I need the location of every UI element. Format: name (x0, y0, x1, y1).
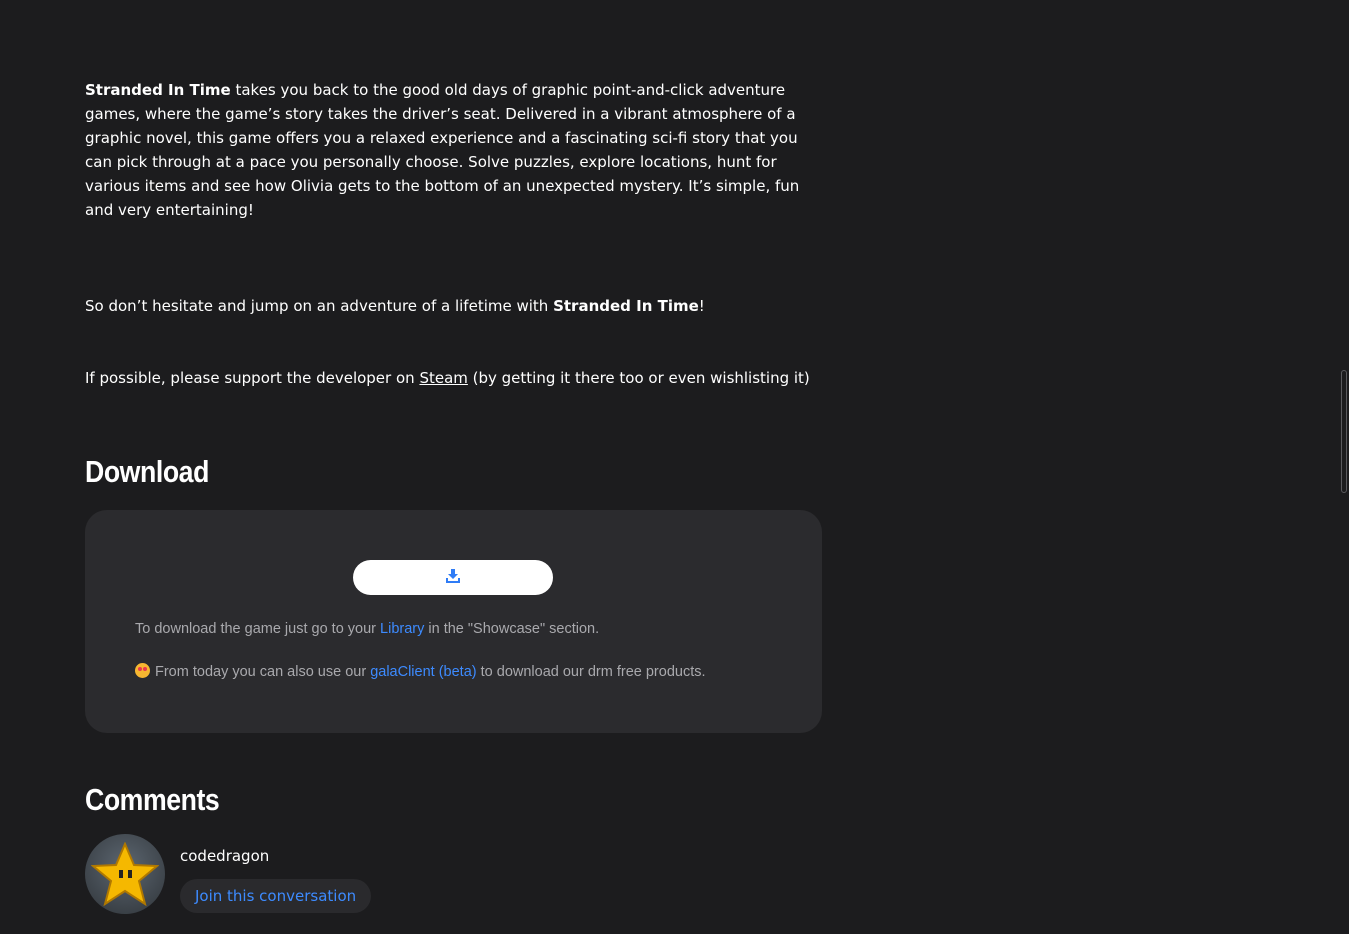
cta-suffix: ! (698, 297, 705, 315)
library-instruction-prefix: To download the game just go to your (135, 621, 381, 637)
library-instruction: To download the game just go to your Lib… (135, 621, 599, 637)
steam-link[interactable]: Steam (419, 369, 467, 387)
page: Stranded In Time takes you back to the g… (0, 0, 1349, 934)
star-struck-emoji-icon (135, 663, 150, 678)
download-panel: To download the game just go to your Lib… (85, 510, 822, 733)
galaclient-suffix: to download our drm free products. (476, 664, 706, 680)
comment-username[interactable]: codedragon (180, 847, 269, 865)
game-title-bold: Stranded In Time (85, 81, 231, 99)
page-scrollbar[interactable] (1341, 370, 1347, 493)
library-link[interactable]: Library (380, 621, 424, 637)
support-suffix: (by getting it there too or even wishlis… (467, 369, 810, 387)
description-paragraph: Stranded In Time takes you back to the g… (85, 78, 825, 222)
library-instruction-suffix: in the "Showcase" section. (424, 621, 600, 637)
download-icon (446, 569, 460, 586)
galaclient-prefix: From today you can also use our (155, 664, 371, 680)
avatar[interactable] (85, 834, 165, 914)
join-conversation-button[interactable]: Join this conversation (180, 879, 372, 913)
description-text: takes you back to the good old days of g… (85, 81, 800, 219)
comment-entry: codedragon Join this conversation (85, 834, 825, 924)
support-prefix: If possible, please support the develope… (85, 369, 420, 387)
download-button[interactable] (353, 560, 553, 595)
download-heading: Download (85, 454, 209, 489)
call-to-action-paragraph: So don’t hesitate and jump on an adventu… (85, 294, 825, 318)
support-paragraph: If possible, please support the develope… (85, 366, 825, 390)
pixel-star-avatar-icon (91, 842, 159, 906)
galaclient-link[interactable]: galaClient (beta) (370, 664, 476, 680)
galaclient-notice: From today you can also use our galaClie… (135, 663, 706, 680)
comments-heading: Comments (85, 782, 220, 817)
game-title-bold-2: Stranded In Time (553, 297, 699, 315)
cta-prefix: So don’t hesitate and jump on an adventu… (85, 297, 554, 315)
